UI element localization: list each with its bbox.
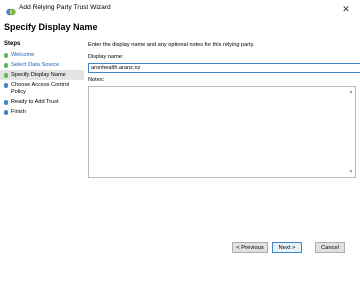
next-button[interactable]: Next > — [272, 242, 302, 253]
step-label: Choose Access Control Policy — [11, 81, 70, 95]
steps-sidebar: Steps Welcome Select Data Source Specify… — [0, 38, 84, 294]
step-label: Select Data Source — [11, 61, 60, 68]
step-label: Ready to Add Trust — [11, 98, 59, 105]
step-complete-dot-icon — [3, 53, 8, 58]
step-pending-dot-icon — [3, 110, 8, 115]
notes-scrollbar[interactable]: ▲ ▼ — [347, 87, 355, 177]
steps-list: Welcome Select Data Source Specify Displ… — [0, 50, 84, 117]
steps-heading: Steps — [4, 41, 21, 47]
step-finish: Finish — [0, 107, 84, 117]
page-title: Specify Display Name — [4, 22, 98, 32]
display-name-label: Display name: — [88, 54, 124, 60]
step-label: Specify Display Name — [11, 71, 66, 78]
window-title: Add Relying Party Trust Wizard — [19, 4, 111, 11]
notes-textarea[interactable]: ▲ ▼ — [88, 86, 356, 178]
step-choose-access-control-policy: Choose Access Control Policy — [0, 80, 84, 97]
scroll-up-icon[interactable]: ▲ — [347, 88, 355, 96]
relying-party-icon — [6, 4, 16, 16]
step-complete-dot-icon — [3, 73, 8, 78]
instruction-text: Enter the display name and any optional … — [88, 42, 255, 48]
step-complete-dot-icon — [3, 63, 8, 68]
step-specify-display-name[interactable]: Specify Display Name — [0, 70, 84, 80]
main-panel: Enter the display name and any optional … — [86, 38, 360, 294]
notes-label: Notes: — [88, 77, 105, 83]
scroll-down-icon[interactable]: ▼ — [347, 168, 355, 176]
step-label: Finish — [11, 108, 26, 115]
title-bar: Add Relying Party Trust Wizard ✕ — [0, 0, 360, 18]
display-name-input[interactable] — [88, 63, 360, 73]
step-pending-dot-icon — [3, 100, 8, 105]
cancel-button[interactable]: Cancel — [315, 242, 345, 253]
step-ready-to-add-trust: Ready to Add Trust — [0, 97, 84, 107]
previous-button[interactable]: < Previous — [232, 242, 268, 253]
close-icon[interactable]: ✕ — [340, 3, 352, 15]
step-pending-dot-icon — [3, 83, 8, 88]
step-select-data-source[interactable]: Select Data Source — [0, 60, 84, 70]
step-label: Welcome — [11, 51, 35, 58]
step-welcome[interactable]: Welcome — [0, 50, 84, 60]
